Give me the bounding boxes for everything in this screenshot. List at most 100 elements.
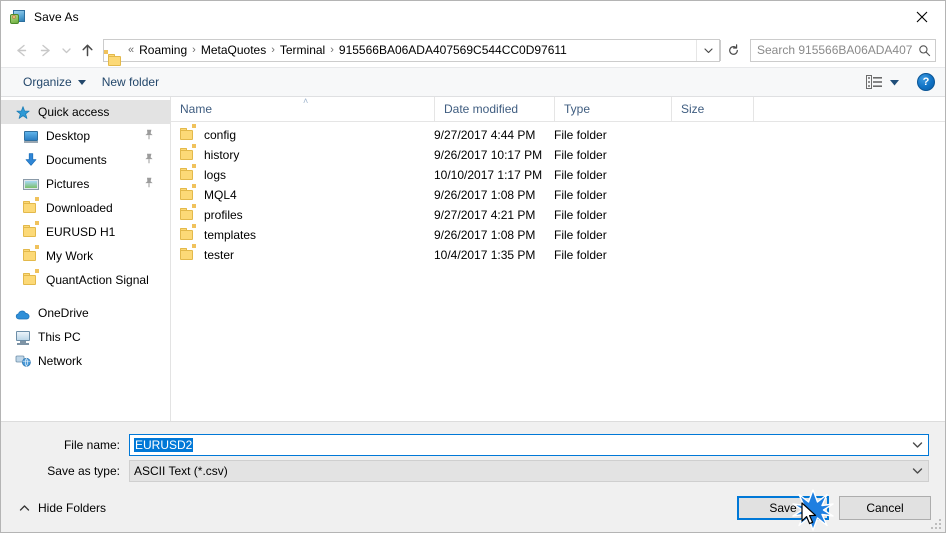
file-name-input[interactable]: EURUSD2 [129,434,929,456]
change-view-button[interactable] [862,75,903,89]
save-button[interactable]: Save [737,489,834,531]
search-box[interactable]: Search 915566BA06ADA40756... [750,38,936,62]
file-name-row: File name: EURUSD2 [17,434,929,456]
chevron-down-icon [703,47,713,53]
save-as-dialog: Save As « Roaming › MetaQuotes › Termina… [0,0,946,533]
sidebar-item-my-work[interactable]: My Work [1,244,170,268]
up-arrow-icon [81,44,93,56]
organize-button[interactable]: Organize [15,70,94,94]
column-headers: Name ˄ Date modified Type Size [171,96,945,122]
sidebar-item-quantaction-signal[interactable]: QuantAction Signal [1,268,170,292]
this-pc-icon [15,329,31,345]
table-row[interactable]: tester 10/4/2017 1:35 PM File folder [171,244,945,265]
file-date: 9/26/2017 10:17 PM [434,148,543,162]
sidebar-item-desktop[interactable]: Desktop [1,124,170,148]
breadcrumb-item-current[interactable]: 915566BA06ADA407569C544CC0D97611 [336,43,570,57]
address-dropdown-button[interactable] [696,39,719,61]
table-row[interactable]: logs 10/10/2017 1:17 PM File folder [171,164,945,185]
sidebar-item-label: Desktop [46,129,91,143]
folder-icon [23,221,39,240]
save-label: Save [769,501,797,515]
breadcrumb-item-roaming[interactable]: Roaming [136,43,190,57]
title-bar: Save As [1,1,945,33]
column-header-filler [753,97,945,121]
cancel-button[interactable]: Cancel [839,496,931,520]
file-date: 9/26/2017 1:08 PM [434,188,536,202]
sidebar-item-network[interactable]: Network [1,349,170,373]
file-type: File folder [554,228,607,242]
hide-folders-button[interactable]: Hide Folders [15,501,106,515]
back-arrow-icon [16,44,26,56]
file-list-pane: Name ˄ Date modified Type Size config 9/… [171,96,945,421]
breadcrumb-item-metaquotes[interactable]: MetaQuotes [198,43,269,57]
sidebar-item-onedrive[interactable]: OneDrive [1,301,170,325]
column-header-name[interactable]: Name ˄ [171,96,434,121]
sidebar-item-label: QuantAction Signal [46,273,149,287]
file-name-cell: templates [171,224,434,242]
pin-icon [144,153,154,167]
dialog-footer: Hide Folders Save Cancel [1,486,945,532]
table-row[interactable]: history 9/26/2017 10:17 PM File folder [171,144,945,165]
folder-icon [180,244,196,262]
file-date: 9/27/2017 4:44 PM [434,128,536,142]
close-button[interactable] [899,1,945,32]
hide-folders-label: Hide Folders [38,501,107,515]
recent-locations-button[interactable] [57,38,75,62]
column-header-date-modified[interactable]: Date modified [434,97,554,121]
file-name: MQL4 [204,188,237,202]
table-row[interactable]: profiles 9/27/2017 4:21 PM File folder [171,204,945,225]
column-header-type[interactable]: Type [554,97,671,121]
network-icon [15,353,31,369]
resize-grip[interactable] [929,517,941,529]
breadcrumb-leading: « [128,44,135,56]
save-as-type-select[interactable]: ASCII Text (*.csv) [129,460,929,482]
sidebar-item-label: Quick access [38,105,110,119]
chevron-down-icon [890,75,899,89]
file-date: 10/4/2017 1:35 PM [434,248,536,262]
pin-icon [144,177,154,191]
forward-button[interactable] [33,38,57,62]
column-header-size[interactable]: Size [671,97,753,121]
chevron-up-icon [19,504,30,512]
file-name-cell: config [171,124,434,142]
sidebar-item-quick-access[interactable]: Quick access [1,100,170,124]
file-name-dropdown-button[interactable] [906,441,928,449]
search-input[interactable]: Search 915566BA06ADA40756... [751,43,913,57]
new-folder-button[interactable]: New folder [94,70,167,94]
table-row[interactable]: MQL4 9/26/2017 1:08 PM File folder [171,184,945,205]
save-as-app-icon [10,9,26,25]
documents-download-icon [23,152,39,168]
file-name-cell: logs [171,164,434,182]
breadcrumb-separator: › [330,44,334,56]
folder-icon [180,224,196,242]
refresh-button[interactable] [720,39,745,61]
sidebar-item-label: Pictures [46,177,90,191]
table-row[interactable]: config 9/27/2017 4:44 PM File folder [171,124,945,145]
file-type: File folder [554,208,607,222]
sidebar-item-label: Downloaded [46,201,113,215]
chevron-down-icon [61,47,71,53]
up-button[interactable] [75,38,99,62]
save-as-type-dropdown-button[interactable] [906,467,928,475]
breadcrumb-item-terminal[interactable]: Terminal [277,43,328,57]
help-button[interactable]: ? [917,73,935,91]
save-as-type-row: Save as type: ASCII Text (*.csv) [17,460,929,482]
folder-icon [23,245,39,264]
table-row[interactable]: templates 9/26/2017 1:08 PM File folder [171,224,945,245]
navigation-pane: Quick access Desktop Documents Pictures … [1,97,171,421]
sidebar-item-label: My Work [46,249,94,263]
sidebar-item-this-pc[interactable]: This PC [1,325,170,349]
sidebar-item-pictures[interactable]: Pictures [1,172,170,196]
file-name-cell: profiles [171,204,434,222]
sidebar-item-downloaded[interactable]: Downloaded [1,196,170,220]
file-type: File folder [554,188,607,202]
back-button[interactable] [9,38,33,62]
folder-icon [180,204,196,222]
sidebar-item-documents[interactable]: Documents [1,148,170,172]
sidebar-item-eurusd-h1[interactable]: EURUSD H1 [1,220,170,244]
address-bar[interactable]: « Roaming › MetaQuotes › Terminal › 9155… [103,38,720,66]
file-date: 9/27/2017 4:21 PM [434,208,536,222]
close-icon [916,11,928,22]
folder-icon [180,124,196,142]
